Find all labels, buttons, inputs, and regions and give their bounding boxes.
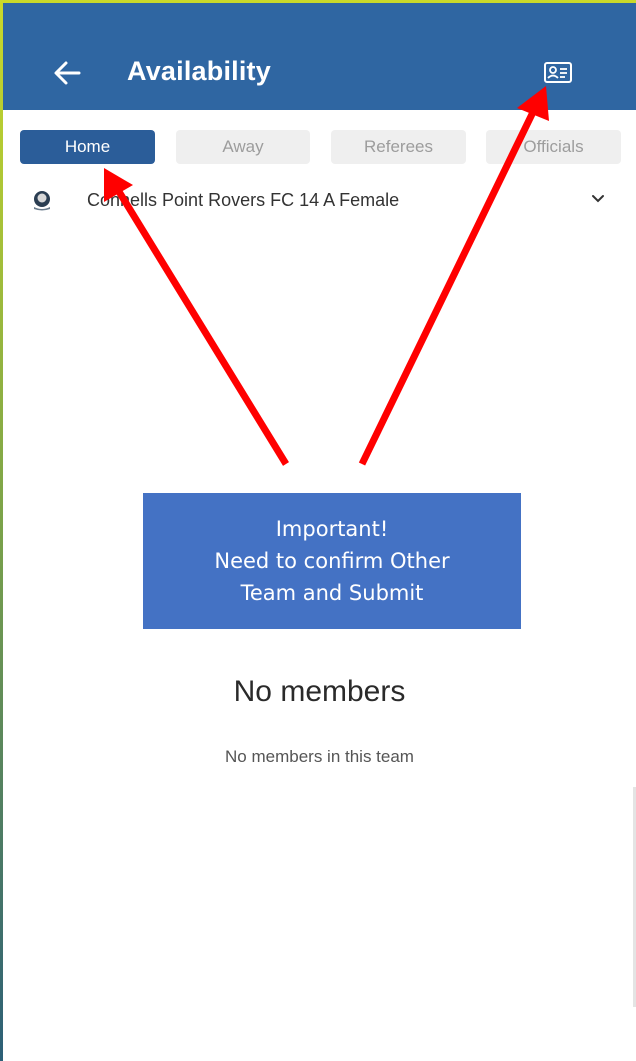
empty-state-title: No members <box>233 675 406 708</box>
tab-referees[interactable]: Referees <box>331 130 466 164</box>
tab-home[interactable]: Home <box>20 130 155 164</box>
app-header: Availability <box>3 3 636 110</box>
chevron-down-icon <box>592 195 604 203</box>
annotation-line-2: Need to confirm Other <box>214 549 450 573</box>
team-name: Connells Point Rovers FC 14 A Female <box>87 190 400 210</box>
club-crest-icon <box>34 191 50 211</box>
contact-card-button[interactable] <box>541 58 575 88</box>
annotation-line-3: Team and Submit <box>240 581 424 605</box>
arrow-left-icon <box>54 61 81 85</box>
tab-away[interactable]: Away <box>176 130 310 164</box>
annotation-line-1: Important! <box>275 517 389 541</box>
tab-bar: Home Away Referees Officials <box>3 110 636 182</box>
page-title: Availability <box>127 56 271 86</box>
back-button[interactable] <box>49 57 85 89</box>
contact-card-icon <box>544 62 572 83</box>
tab-officials[interactable]: Officials <box>486 130 621 164</box>
team-selector[interactable]: Connells Point Rovers FC 14 A Female <box>3 182 636 216</box>
annotation-callout: Important! Need to confirm Other Team an… <box>143 493 521 629</box>
empty-state-subtitle: No members in this team <box>225 747 414 766</box>
